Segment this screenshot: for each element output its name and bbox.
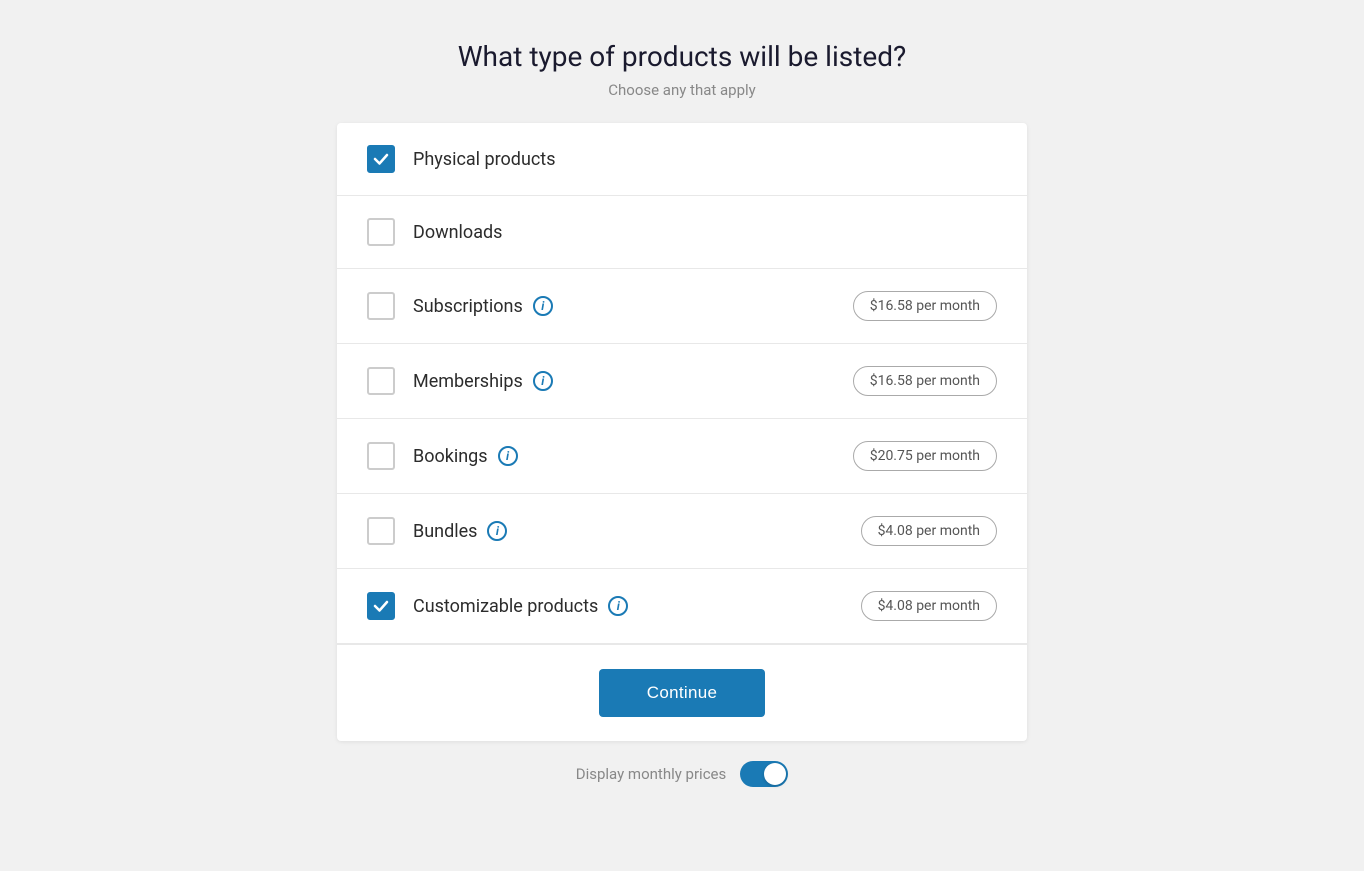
option-row-memberships[interactable]: Memberships i $16.58 per month [337,344,1027,419]
info-icon-memberships[interactable]: i [533,371,553,391]
checkbox-box-subscriptions[interactable] [367,292,395,320]
checkbox-bookings[interactable] [367,442,395,470]
option-row-downloads[interactable]: Downloads [337,196,1027,269]
option-text-subscriptions: Subscriptions [413,296,523,317]
option-label-downloads: Downloads [413,222,997,243]
option-label-customizable: Customizable products i [413,596,861,617]
toggle-row: Display monthly prices [576,761,789,787]
info-icon-bundles[interactable]: i [487,521,507,541]
checkbox-box-bundles[interactable] [367,517,395,545]
option-row-subscriptions[interactable]: Subscriptions i $16.58 per month [337,269,1027,344]
option-label-bookings: Bookings i [413,446,853,467]
option-row-physical[interactable]: Physical products [337,123,1027,196]
checkbox-bundles[interactable] [367,517,395,545]
option-label-subscriptions: Subscriptions i [413,296,853,317]
checkbox-downloads[interactable] [367,218,395,246]
checkbox-physical[interactable] [367,145,395,173]
info-icon-subscriptions[interactable]: i [533,296,553,316]
option-label-physical: Physical products [413,149,997,170]
option-label-bundles: Bundles i [413,521,861,542]
price-badge-customizable: $4.08 per month [861,591,997,621]
page-subtitle: Choose any that apply [608,81,756,99]
toggle-knob [764,763,786,785]
option-text-bundles: Bundles [413,521,477,542]
price-badge-memberships: $16.58 per month [853,366,997,396]
price-badge-bundles: $4.08 per month [861,516,997,546]
checkbox-box-memberships[interactable] [367,367,395,395]
option-row-bundles[interactable]: Bundles i $4.08 per month [337,494,1027,569]
option-text-physical: Physical products [413,149,555,170]
checkbox-memberships[interactable] [367,367,395,395]
info-icon-bookings[interactable]: i [498,446,518,466]
price-badge-bookings: $20.75 per month [853,441,997,471]
monthly-prices-toggle[interactable] [740,761,788,787]
checkbox-customizable[interactable] [367,592,395,620]
option-text-memberships: Memberships [413,371,523,392]
continue-button[interactable]: Continue [599,669,765,717]
price-badge-subscriptions: $16.58 per month [853,291,997,321]
footer-row: Continue [337,644,1027,741]
option-label-memberships: Memberships i [413,371,853,392]
option-text-bookings: Bookings [413,446,488,467]
option-row-bookings[interactable]: Bookings i $20.75 per month [337,419,1027,494]
info-icon-customizable[interactable]: i [608,596,628,616]
page-title: What type of products will be listed? [458,40,907,73]
checkbox-box-customizable[interactable] [367,592,395,620]
option-text-downloads: Downloads [413,222,502,243]
checkbox-subscriptions[interactable] [367,292,395,320]
product-type-card: Physical products Downloads Subscriptions i… [337,123,1027,741]
toggle-label: Display monthly prices [576,765,727,783]
option-row-customizable[interactable]: Customizable products i $4.08 per month [337,569,1027,644]
checkbox-box-downloads[interactable] [367,218,395,246]
checkbox-box-physical[interactable] [367,145,395,173]
option-text-customizable: Customizable products [413,596,598,617]
checkbox-box-bookings[interactable] [367,442,395,470]
